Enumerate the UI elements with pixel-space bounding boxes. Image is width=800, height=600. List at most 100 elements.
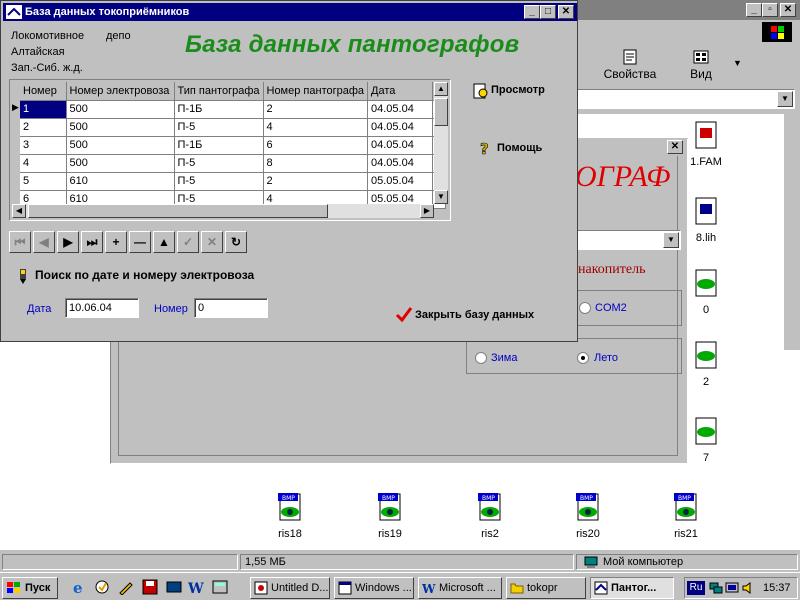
- column-header[interactable]: Тип пантографа: [174, 82, 264, 101]
- number-input[interactable]: [194, 298, 268, 318]
- cell[interactable]: 04.05.04: [367, 154, 434, 173]
- outlook-quicklaunch-icon[interactable]: [94, 579, 110, 595]
- cell[interactable]: П-1Б: [174, 136, 264, 155]
- cell[interactable]: 500: [66, 154, 175, 173]
- summer-radio[interactable]: [577, 352, 589, 364]
- refresh-icon[interactable]: ↻: [225, 231, 247, 253]
- task-windows[interactable]: Windows ...: [334, 577, 414, 599]
- winter-radio[interactable]: [475, 352, 487, 364]
- cell[interactable]: 04.05.04: [367, 118, 434, 137]
- grid-vertical-scrollbar[interactable]: ▲ ▼: [434, 82, 448, 204]
- db-close-icon[interactable]: ✕: [558, 5, 574, 19]
- cell[interactable]: 2: [20, 118, 67, 137]
- hscroll-thumb[interactable]: [28, 204, 328, 218]
- table-row[interactable]: 5 610 П-5 2 05.05.04 5: [20, 172, 447, 191]
- file-item[interactable]: BMP ris19: [360, 492, 420, 540]
- db-minimize-icon[interactable]: _: [524, 5, 540, 19]
- maximize-icon[interactable]: ▫: [762, 3, 778, 17]
- task-tokopr[interactable]: tokopr: [506, 577, 586, 599]
- help-button[interactable]: ? Помощь: [475, 139, 565, 159]
- file-item[interactable]: BMP ris21: [656, 492, 716, 540]
- file-item[interactable]: BMP ris2: [460, 492, 520, 540]
- scroll-left-icon[interactable]: ◀: [12, 204, 26, 218]
- file-item[interactable]: BMP ris20: [558, 492, 618, 540]
- save-quicklaunch-icon[interactable]: [142, 579, 158, 595]
- scroll-right-icon[interactable]: ▶: [420, 204, 434, 218]
- task-pantograph[interactable]: Пантог...: [590, 577, 674, 599]
- db-title-bar[interactable]: База данных токоприёмников _ □ ✕: [3, 3, 577, 21]
- cell[interactable]: 5: [20, 172, 67, 191]
- address-dropdown-icon[interactable]: ▼: [777, 91, 793, 107]
- network-icon[interactable]: [709, 581, 723, 595]
- pantograph-grid[interactable]: ▶ Номер Номер электровоза Тип пантографа…: [9, 79, 451, 221]
- language-indicator[interactable]: Ru: [687, 581, 705, 595]
- cell[interactable]: 2: [263, 100, 369, 119]
- cell[interactable]: 6: [263, 136, 369, 155]
- cell[interactable]: 610: [66, 172, 175, 191]
- calculator-quicklaunch-icon[interactable]: [212, 579, 228, 595]
- delete-record-icon[interactable]: —: [129, 231, 151, 253]
- db-maximize-icon[interactable]: □: [540, 5, 556, 19]
- next-record-icon[interactable]: ▶: [57, 231, 79, 253]
- properties-button[interactable]: Свойства: [595, 46, 665, 86]
- column-header[interactable]: Номер электровоза: [66, 82, 175, 101]
- cell[interactable]: 500: [66, 136, 175, 155]
- table-row[interactable]: 1 500 П-1Б 2 04.05.04 1: [20, 100, 447, 119]
- cell[interactable]: 04.05.04: [367, 100, 434, 119]
- insert-record-icon[interactable]: +: [105, 231, 127, 253]
- cell[interactable]: 3: [20, 136, 67, 155]
- last-record-icon[interactable]: ⏭: [81, 231, 103, 253]
- monitor-icon[interactable]: [725, 581, 739, 595]
- volume-icon[interactable]: [741, 581, 755, 595]
- pencil-quicklaunch-icon[interactable]: [118, 579, 134, 596]
- prior-record-icon[interactable]: ◀: [33, 231, 55, 253]
- date-input[interactable]: [65, 298, 139, 318]
- cell[interactable]: 04.05.04: [367, 136, 434, 155]
- edit-record-icon[interactable]: ▲: [153, 231, 175, 253]
- scroll-thumb[interactable]: [434, 98, 448, 126]
- post-record-icon[interactable]: ✓: [177, 231, 199, 253]
- start-button[interactable]: Пуск: [2, 577, 58, 599]
- view-button[interactable]: Вид: [677, 46, 725, 86]
- com2-radio[interactable]: [579, 302, 591, 314]
- cell[interactable]: П-5: [174, 118, 264, 137]
- table-row[interactable]: 3 500 П-1Б 6 04.05.04 8: [20, 136, 447, 155]
- file-item[interactable]: BMP ris18: [260, 492, 320, 540]
- first-record-icon[interactable]: ⏮: [9, 231, 31, 253]
- cell[interactable]: П-1Б: [174, 100, 264, 119]
- cancel-record-icon[interactable]: ✕: [201, 231, 223, 253]
- column-header[interactable]: Номер: [20, 82, 67, 101]
- task-untitled[interactable]: Untitled D...: [250, 577, 330, 599]
- view-record-button[interactable]: Просмотр: [469, 81, 569, 101]
- table-row[interactable]: 2 500 П-5 4 04.05.04 1: [20, 118, 447, 137]
- task-microsoft[interactable]: W Microsoft ...: [418, 577, 502, 599]
- ie-quicklaunch-icon[interactable]: e: [72, 579, 88, 597]
- view-dropdown-icon[interactable]: ▼: [733, 58, 742, 68]
- cell[interactable]: 4: [263, 118, 369, 137]
- cell[interactable]: 1: [20, 100, 67, 119]
- close-database-button[interactable]: Закрыть базу данных: [393, 305, 573, 325]
- pantograph-combo[interactable]: ▼: [575, 230, 681, 250]
- address-bar[interactable]: ▼: [577, 89, 795, 109]
- cell[interactable]: 500: [66, 100, 175, 119]
- table-row[interactable]: 4 500 П-5 8 04.05.04 1: [20, 154, 447, 173]
- cell[interactable]: П-5: [174, 154, 264, 173]
- combo-dropdown-icon[interactable]: ▼: [663, 232, 679, 248]
- column-header[interactable]: Дата: [367, 82, 434, 101]
- column-header[interactable]: Номер пантографа: [263, 82, 369, 101]
- grid-horizontal-scrollbar[interactable]: ◀ ▶: [12, 204, 434, 218]
- word-quicklaunch-icon[interactable]: W: [187, 579, 204, 597]
- cell[interactable]: 8: [263, 154, 369, 173]
- close-icon[interactable]: ✕: [780, 3, 796, 17]
- cell[interactable]: 05.05.04: [367, 172, 434, 191]
- scroll-up-icon[interactable]: ▲: [434, 82, 448, 96]
- minimize-icon[interactable]: _: [746, 3, 762, 17]
- cell[interactable]: П-5: [174, 172, 264, 191]
- pantograph-close-icon[interactable]: ✕: [667, 140, 683, 154]
- cell[interactable]: 4: [20, 154, 67, 173]
- cell[interactable]: 2: [263, 172, 369, 191]
- explorer-scrollbar[interactable]: [784, 114, 800, 350]
- scroll-down-icon[interactable]: ▼: [434, 190, 448, 204]
- cell[interactable]: 500: [66, 118, 175, 137]
- media-quicklaunch-icon[interactable]: [166, 579, 182, 595]
